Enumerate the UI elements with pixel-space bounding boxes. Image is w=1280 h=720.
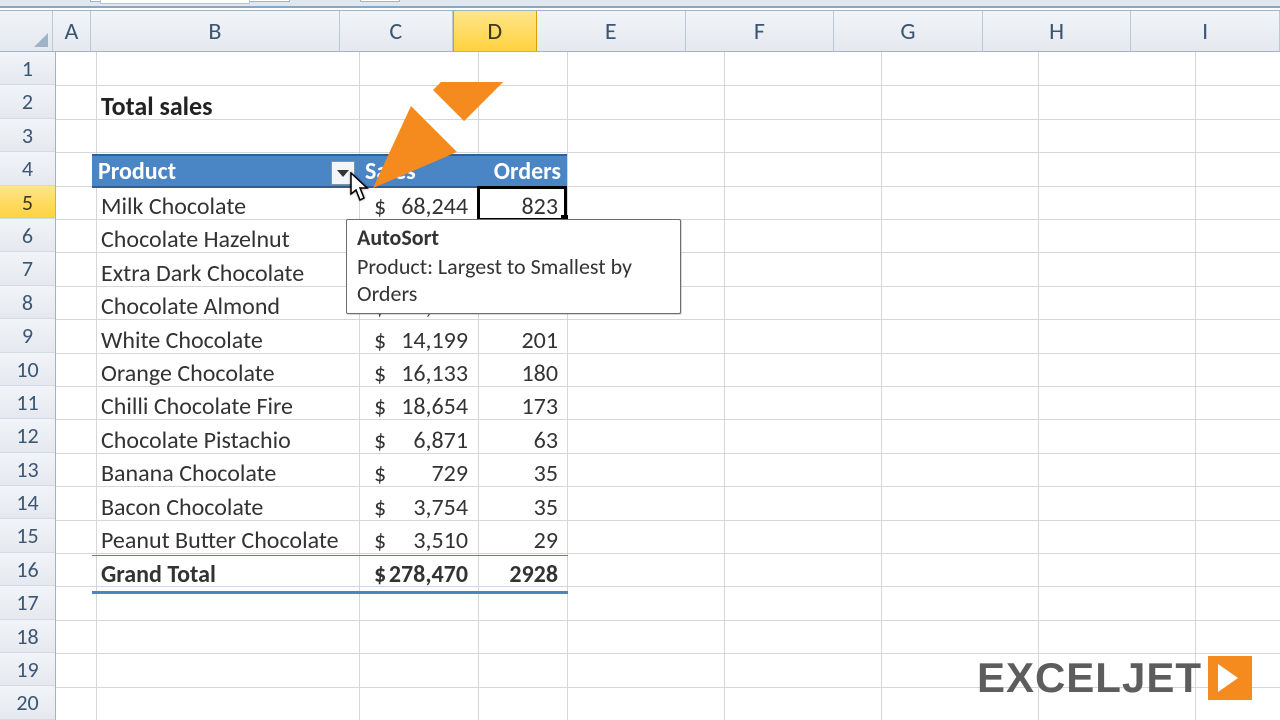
autosort-tooltip: AutoSort Product: Largest to Smallest by…	[346, 219, 681, 314]
row-header-column: 1234567891011121314151617181920	[0, 52, 56, 720]
orders-cell[interactable]: 180	[478, 356, 563, 391]
product-cell[interactable]: Chilli Chocolate Fire	[96, 389, 298, 424]
row-header-6[interactable]: 6	[0, 219, 55, 252]
worksheet-grid[interactable]: Total sales Product Sales Orders Milk Ch…	[56, 52, 1280, 720]
row-header-3[interactable]: 3	[0, 119, 55, 152]
grand-total-label: Grand Total	[96, 557, 221, 592]
name-box[interactable]: D5	[100, 0, 250, 4]
tooltip-title: AutoSort	[357, 224, 670, 251]
row-header-4[interactable]: 4	[0, 152, 55, 185]
column-header-D[interactable]: D	[453, 11, 537, 51]
filter-button-product[interactable]	[331, 161, 355, 185]
column-header-E[interactable]: E	[537, 11, 686, 51]
logo-mark-icon	[1208, 656, 1252, 700]
product-cell[interactable]: Banana Chocolate	[96, 456, 281, 491]
row-header-10[interactable]: 10	[0, 353, 55, 386]
row-header-5[interactable]: 5	[0, 186, 55, 219]
row-header-11[interactable]: 11	[0, 386, 55, 419]
row-header-8[interactable]: 8	[0, 286, 55, 319]
pivot-header-product[interactable]: Product	[92, 154, 359, 188]
grand-total-top-border	[92, 555, 568, 556]
sales-cell[interactable]: 6,871	[378, 423, 473, 458]
sales-cell[interactable]: 18,654	[378, 389, 473, 424]
pivot-header-product-label: Product	[98, 157, 176, 186]
product-cell[interactable]: Orange Chocolate	[96, 356, 280, 391]
sales-cell[interactable]: 14,199	[378, 323, 473, 358]
column-header-B[interactable]: B	[91, 11, 340, 51]
product-cell[interactable]: Chocolate Pistachio	[96, 423, 296, 458]
orders-cell[interactable]: 29	[478, 523, 563, 558]
row-header-13[interactable]: 13	[0, 453, 55, 486]
row-header-9[interactable]: 9	[0, 319, 55, 352]
row-header-14[interactable]: 14	[0, 486, 55, 519]
app-frame: D5 fx 823 ABCDEFGHI 12345678910111213141…	[0, 0, 1280, 720]
row-header-20[interactable]: 20	[0, 686, 55, 719]
column-header-row: ABCDEFGHI	[0, 10, 1280, 52]
sales-cell[interactable]: 16,133	[378, 356, 473, 391]
column-header-F[interactable]: F	[686, 11, 835, 51]
row-header-15[interactable]: 15	[0, 519, 55, 552]
product-cell[interactable]: Milk Chocolate	[96, 189, 251, 224]
orders-cell[interactable]: 201	[478, 323, 563, 358]
row-header-17[interactable]: 17	[0, 586, 55, 619]
exceljet-logo: EXCELJET	[977, 654, 1252, 702]
grand-total-orders: 2928	[478, 557, 563, 592]
row-header-7[interactable]: 7	[0, 252, 55, 285]
column-header-G[interactable]: G	[834, 11, 983, 51]
product-cell[interactable]: Chocolate Hazelnut	[96, 222, 295, 257]
column-header-C[interactable]: C	[340, 11, 453, 51]
orders-cell[interactable]: 173	[478, 389, 563, 424]
product-cell[interactable]: Peanut Butter Chocolate	[96, 523, 344, 558]
sales-cell[interactable]: 3,754	[378, 490, 473, 525]
row-header-12[interactable]: 12	[0, 419, 55, 452]
grand-total-sales: 278,470	[378, 557, 473, 592]
orders-cell[interactable]: 35	[478, 490, 563, 525]
select-all-triangle[interactable]	[0, 11, 53, 51]
product-cell[interactable]: Extra Dark Chocolate	[96, 256, 309, 291]
tooltip-body: Product: Largest to Smallest by Orders	[357, 253, 670, 307]
row-header-1[interactable]: 1	[0, 52, 55, 85]
row-header-19[interactable]: 19	[0, 653, 55, 686]
sales-cell[interactable]: 3,510	[378, 523, 473, 558]
formula-bar: D5 fx 823	[0, 0, 1280, 8]
column-header-H[interactable]: H	[983, 11, 1132, 51]
logo-text: EXCELJET	[977, 654, 1202, 702]
sales-cell[interactable]: 729	[378, 456, 473, 491]
row-header-16[interactable]: 16	[0, 553, 55, 586]
column-header-A[interactable]: A	[53, 11, 91, 51]
row-header-18[interactable]: 18	[0, 620, 55, 653]
title-cell: Total sales	[96, 87, 218, 125]
row-header-2[interactable]: 2	[0, 85, 55, 118]
column-header-I[interactable]: I	[1131, 11, 1280, 51]
product-cell[interactable]: Chocolate Almond	[96, 289, 285, 324]
orders-cell[interactable]: 63	[478, 423, 563, 458]
product-cell[interactable]: Bacon Chocolate	[96, 490, 268, 525]
product-cell[interactable]: White Chocolate	[96, 323, 268, 358]
orders-cell[interactable]: 35	[478, 456, 563, 491]
